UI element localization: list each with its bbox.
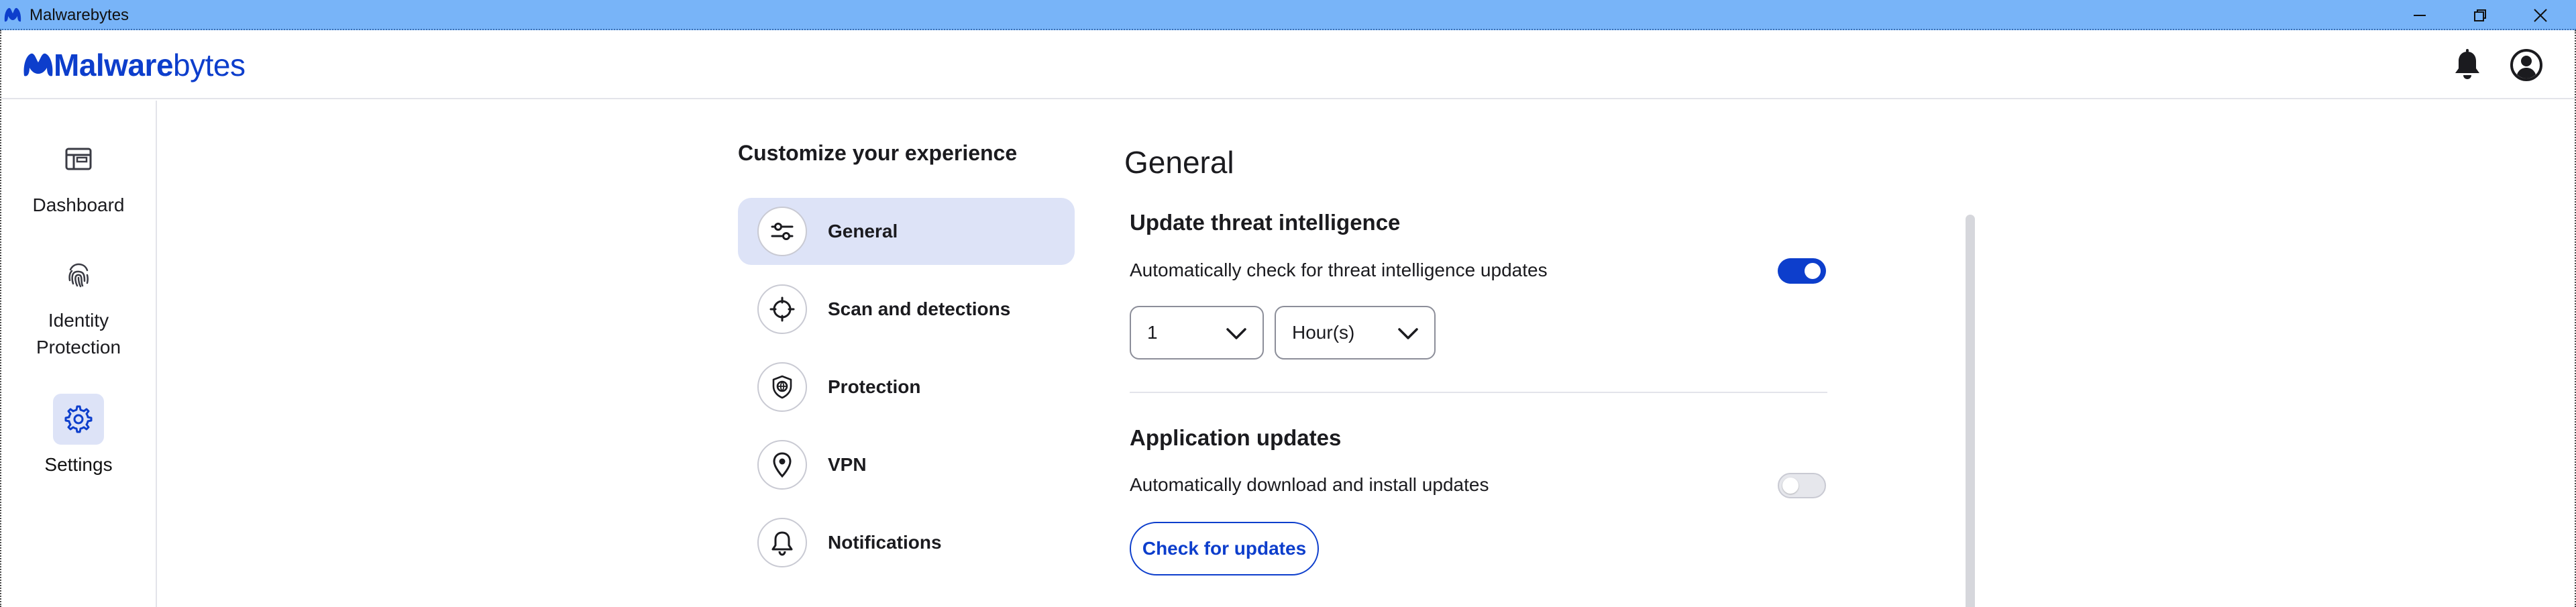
app-header: Malwarebytes: [1, 30, 2575, 99]
restore-icon: [2474, 9, 2486, 21]
sidebar-icon-wrap: [53, 250, 104, 300]
bell-icon: [2455, 49, 2479, 79]
sliders-icon: [771, 223, 794, 240]
restore-button[interactable]: [2450, 0, 2510, 30]
interval-unit: Hour(s): [1292, 322, 1355, 343]
account-icon: [2510, 49, 2542, 81]
crosshair-icon: [769, 296, 795, 322]
settings-nav-vpn[interactable]: VPN: [738, 431, 1075, 498]
section-title-threat-intelligence: Update threat intelligence: [1130, 210, 1401, 235]
account-button[interactable]: [2506, 45, 2546, 85]
location-pin-icon: [773, 452, 792, 478]
setting-label-app-updates: Automatically download and install updat…: [1130, 474, 1489, 495]
interval-unit-select[interactable]: Hour(s): [1275, 306, 1436, 360]
fingerprint-icon: [68, 263, 89, 288]
chevron-down-icon: [1226, 328, 1246, 339]
settings-nav-notifications[interactable]: Notifications: [738, 509, 1075, 576]
page-title: General: [1124, 145, 1234, 180]
settings-nav-label: VPN: [828, 454, 867, 475]
interval-value-select[interactable]: 1: [1130, 306, 1264, 360]
settings-nav-protection[interactable]: Protection: [738, 353, 1075, 421]
logo-text-bold: Malware: [54, 48, 174, 82]
content-scrollbar[interactable]: [1966, 215, 1975, 607]
window-title: Malwarebytes: [30, 6, 129, 24]
setting-label-threat-updates: Automatically check for threat intellige…: [1130, 260, 1548, 280]
close-icon: [2534, 8, 2547, 22]
settings-nav-label: Protection: [828, 376, 921, 397]
chevron-down-icon: [1398, 328, 1418, 339]
close-button[interactable]: [2510, 0, 2571, 30]
sidebar-icon-wrap: [53, 134, 104, 185]
sidebar-item-label: Identity Protection: [36, 310, 121, 357]
dashboard-icon: [65, 148, 92, 170]
sidebar-item-dashboard[interactable]: Dashboard: [1, 134, 156, 219]
bell-icon: [771, 531, 793, 556]
sidebar-item-identity-protection[interactable]: Identity Protection: [1, 250, 156, 361]
sidebar-item-label: Dashboard: [32, 195, 125, 215]
logo-mark-icon: [23, 53, 53, 76]
section-divider: [1130, 392, 1827, 393]
logo-text-light: bytes: [173, 48, 246, 82]
notifications-button[interactable]: [2447, 45, 2487, 85]
gear-icon: [64, 405, 93, 433]
settings-nav-icon-wrap: [757, 440, 807, 490]
sidebar-icon-wrap: [53, 394, 104, 445]
settings-nav-icon-wrap: [757, 518, 807, 567]
settings-nav-scan-and-detections[interactable]: Scan and detections: [738, 276, 1075, 343]
section-title-application-updates: Application updates: [1130, 425, 1342, 450]
settings-nav-label: General: [828, 221, 898, 241]
settings-nav-icon-wrap: [757, 207, 807, 256]
window-titlebar: Malwarebytes: [0, 0, 2576, 30]
settings-nav-label: Notifications: [828, 532, 942, 553]
toggle-knob: [1782, 478, 1799, 494]
interval-value: 1: [1147, 322, 1158, 343]
minimize-icon: [2414, 14, 2426, 16]
settings-nav-label: Scan and detections: [828, 298, 1011, 319]
settings-nav-icon-wrap: [757, 362, 807, 412]
threat-updates-toggle[interactable]: [1778, 258, 1826, 284]
check-for-updates-button[interactable]: Check for updates: [1130, 522, 1319, 575]
app-updates-toggle[interactable]: [1778, 473, 1826, 498]
sidebar-item-settings[interactable]: Settings: [1, 394, 156, 478]
settings-nav-title: Customize your experience: [738, 141, 1018, 165]
malwarebytes-logo: Malwarebytes: [21, 48, 246, 82]
settings-nav-icon-wrap: [757, 284, 807, 334]
minimize-button[interactable]: [2390, 0, 2450, 30]
malwarebytes-app-icon: [4, 7, 21, 22]
shield-icon: [772, 375, 792, 399]
toggle-knob: [1805, 263, 1821, 279]
settings-nav-general[interactable]: General: [738, 198, 1075, 265]
sidebar: Dashboard Identity Protection Settings: [1, 101, 157, 607]
sidebar-item-label: Settings: [44, 454, 113, 475]
